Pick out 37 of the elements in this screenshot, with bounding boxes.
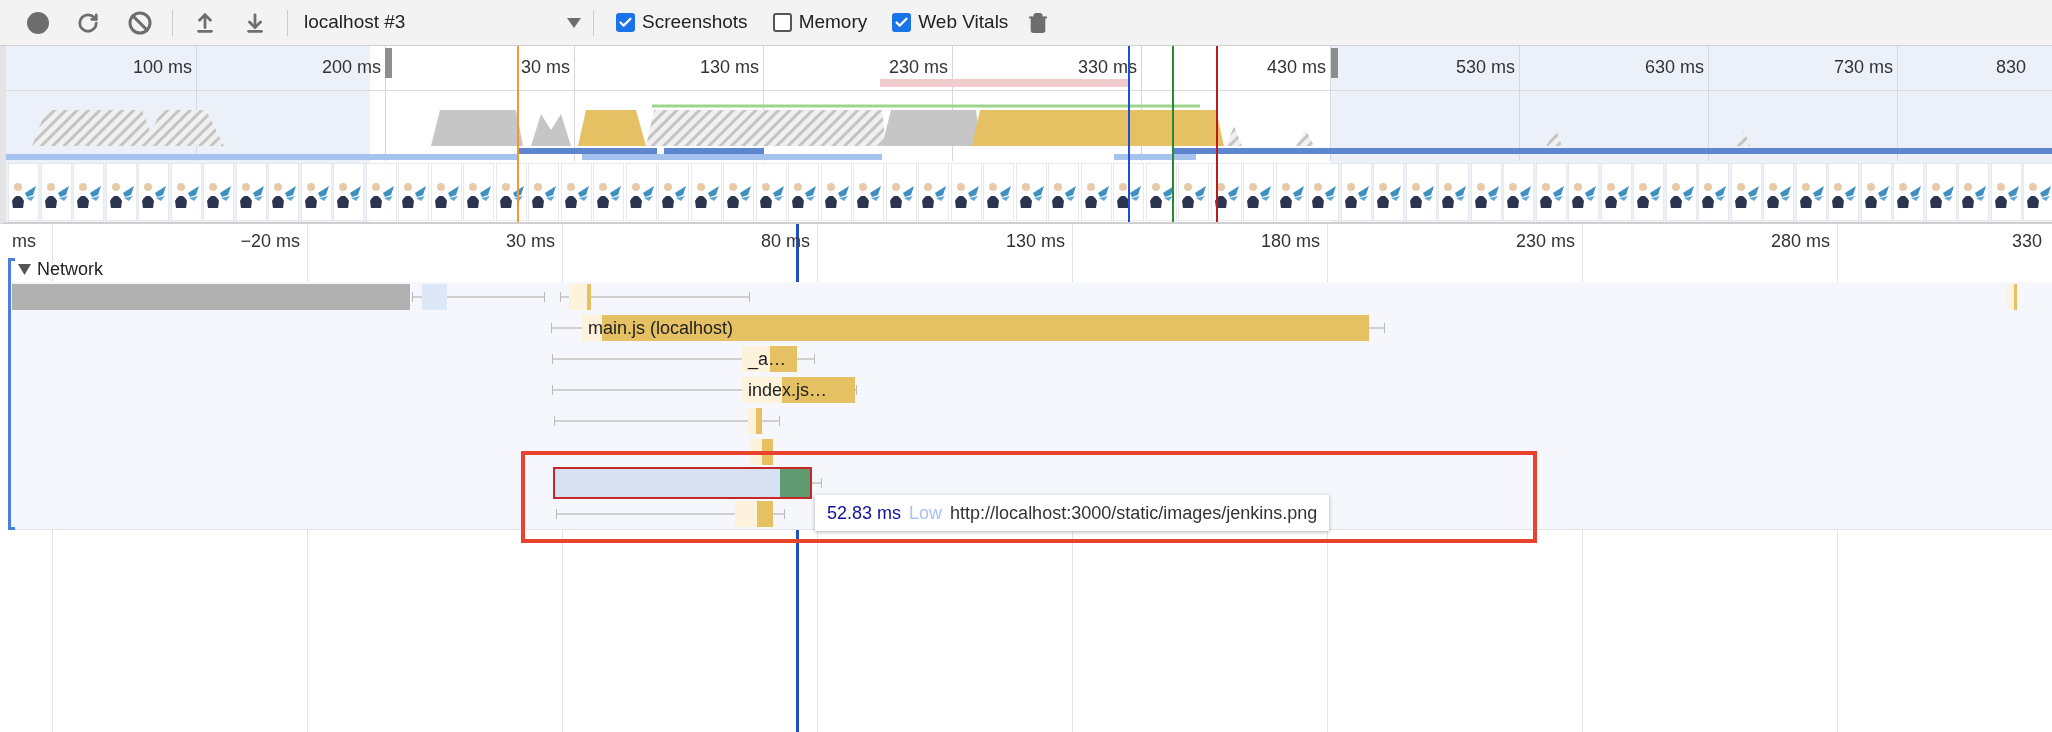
- ruler-label: 200 ms: [321, 56, 381, 79]
- ruler-label: 230 ms: [1515, 230, 1575, 253]
- ruler-label: 130 ms: [1005, 230, 1065, 253]
- checkbox[interactable]: Web Vitals: [892, 8, 1009, 37]
- ruler-label: −20 ms: [240, 230, 300, 253]
- ruler-label: 330: [2012, 230, 2043, 253]
- request-bar[interactable]: [735, 501, 773, 527]
- request-bar[interactable]: [569, 284, 591, 310]
- caret-icon: [567, 17, 581, 28]
- duration-text: 52.83 ms: [827, 501, 902, 525]
- target-dropdown[interactable]: localhost #3: [304, 6, 589, 39]
- ruler-label: 280 ms: [1770, 230, 1830, 253]
- request-bar[interactable]: [2007, 284, 2017, 310]
- ruler-label: 230 ms: [888, 56, 948, 79]
- ruler-label: 130 ms: [699, 56, 759, 79]
- ruler-label: 530 ms: [1455, 56, 1515, 79]
- ruler-label: 430 ms: [1266, 56, 1326, 79]
- ruler-label: 180 ms: [1260, 230, 1320, 253]
- ruler-label: 730 ms: [1833, 56, 1893, 79]
- checkbox[interactable]: Memory: [772, 8, 868, 37]
- ruler-label: ms: [12, 230, 36, 253]
- priority-text: Low: [909, 501, 943, 525]
- checkbox[interactable]: Screenshots: [616, 8, 748, 37]
- check-icon: [618, 15, 633, 30]
- range-handle[interactable]: [1331, 48, 1338, 78]
- network-track-header[interactable]: Network: [18, 256, 103, 283]
- url-text: http://localhost:3000/static/images/jenkins.png: [950, 501, 1318, 525]
- ruler-label: 100 ms: [132, 56, 192, 79]
- check-icon: [894, 15, 910, 30]
- range-handle[interactable]: [385, 48, 392, 78]
- ruler-label: 30 ms: [505, 230, 555, 253]
- request-bar[interactable]: [555, 469, 810, 497]
- ruler-label: 630 ms: [1644, 56, 1704, 79]
- scripting-area: [578, 110, 646, 146]
- ruler-label: 830: [1996, 56, 2027, 79]
- request-bar[interactable]: [748, 408, 762, 434]
- ruler-label: 30 ms: [520, 56, 570, 79]
